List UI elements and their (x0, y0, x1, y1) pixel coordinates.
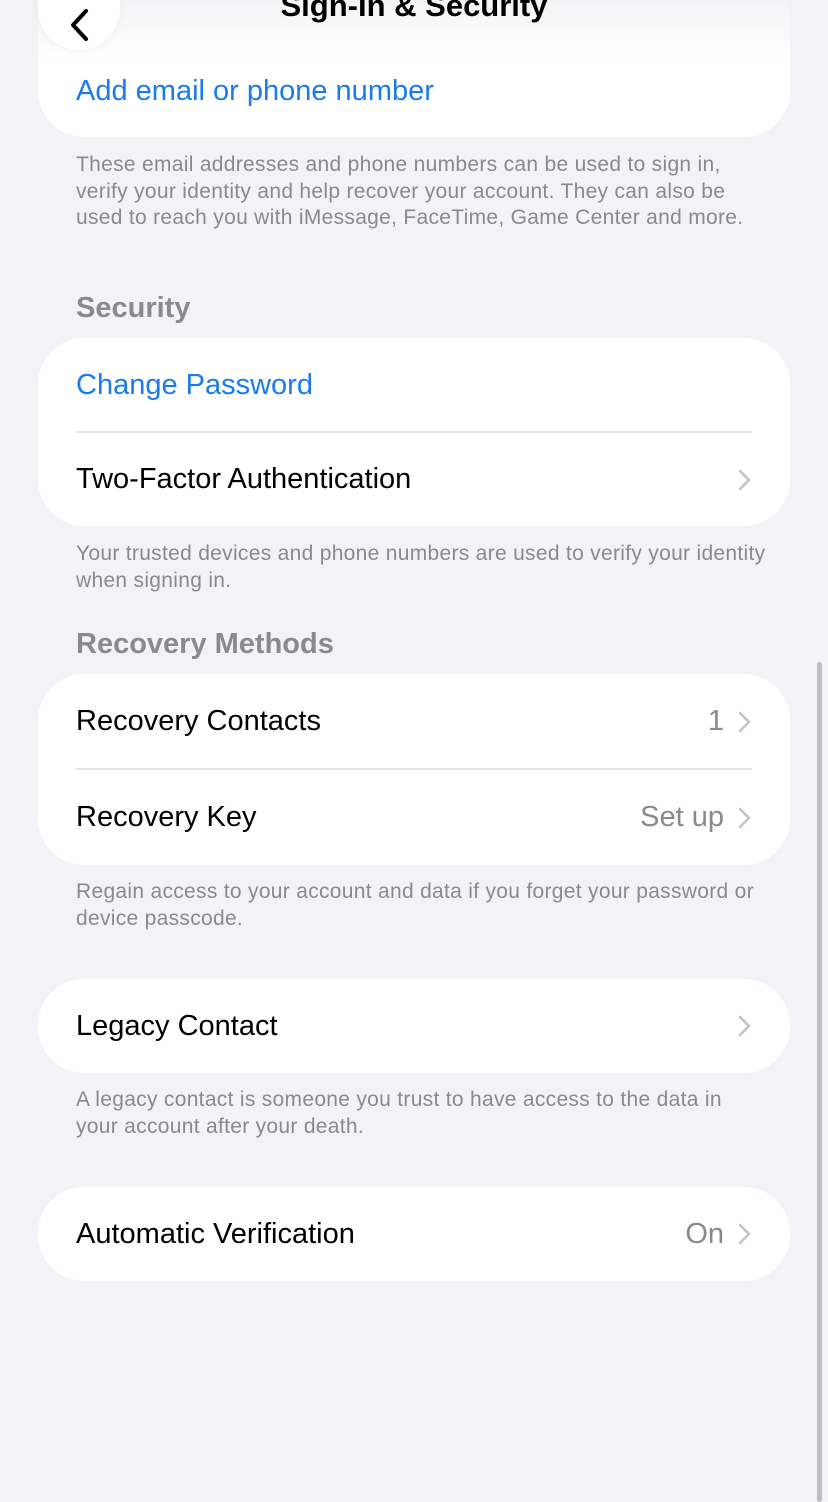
automatic-verification-card: Automatic Verification On (38, 1187, 790, 1281)
change-password-row[interactable]: Change Password (38, 338, 790, 432)
security-card: Change Password Two-Factor Authenticatio… (38, 338, 790, 526)
two-factor-authentication-label: Two-Factor Authentication (76, 463, 412, 495)
page-title: Sign-In & Security (280, 0, 548, 23)
recovery-contacts-label: Recovery Contacts (76, 705, 321, 737)
scrollbar[interactable] (817, 662, 822, 1502)
recovery-key-label: Recovery Key (76, 801, 257, 833)
security-footnote: Your trusted devices and phone numbers a… (76, 542, 766, 592)
add-email-or-phone-link[interactable]: Add email or phone number (76, 75, 752, 108)
chevron-right-icon (738, 1015, 751, 1037)
recovery-key-status: Set up (640, 801, 724, 833)
recovery-contacts-row[interactable]: Recovery Contacts 1 (38, 674, 790, 769)
change-password-link[interactable]: Change Password (76, 369, 752, 402)
automatic-verification-row[interactable]: Automatic Verification On (38, 1187, 790, 1281)
legacy-contact-footnote: A legacy contact is someone you trust to… (76, 1088, 722, 1138)
chevron-right-icon (738, 1223, 751, 1245)
recovery-card: Recovery Contacts 1 Recovery Key Set up (38, 674, 790, 865)
two-factor-authentication-row[interactable]: Two-Factor Authentication (38, 433, 790, 526)
contact-footnote: These email addresses and phone numbers … (76, 153, 744, 229)
chevron-right-icon (738, 711, 751, 732)
automatic-verification-label: Automatic Verification (76, 1217, 355, 1250)
recovery-key-row[interactable]: Recovery Key Set up (38, 770, 790, 865)
recovery-contacts-count: 1 (707, 705, 724, 737)
recovery-methods-section-header: Recovery Methods (76, 628, 334, 660)
automatic-verification-status: On (685, 1217, 724, 1250)
legacy-contact-card: Legacy Contact (38, 979, 790, 1073)
recovery-footnote: Regain access to your account and data i… (76, 880, 754, 930)
legacy-contact-row[interactable]: Legacy Contact (38, 979, 790, 1073)
chevron-right-icon (738, 469, 751, 490)
legacy-contact-label: Legacy Contact (76, 1009, 278, 1042)
security-section-header: Security (76, 292, 191, 324)
chevron-right-icon (738, 807, 751, 828)
